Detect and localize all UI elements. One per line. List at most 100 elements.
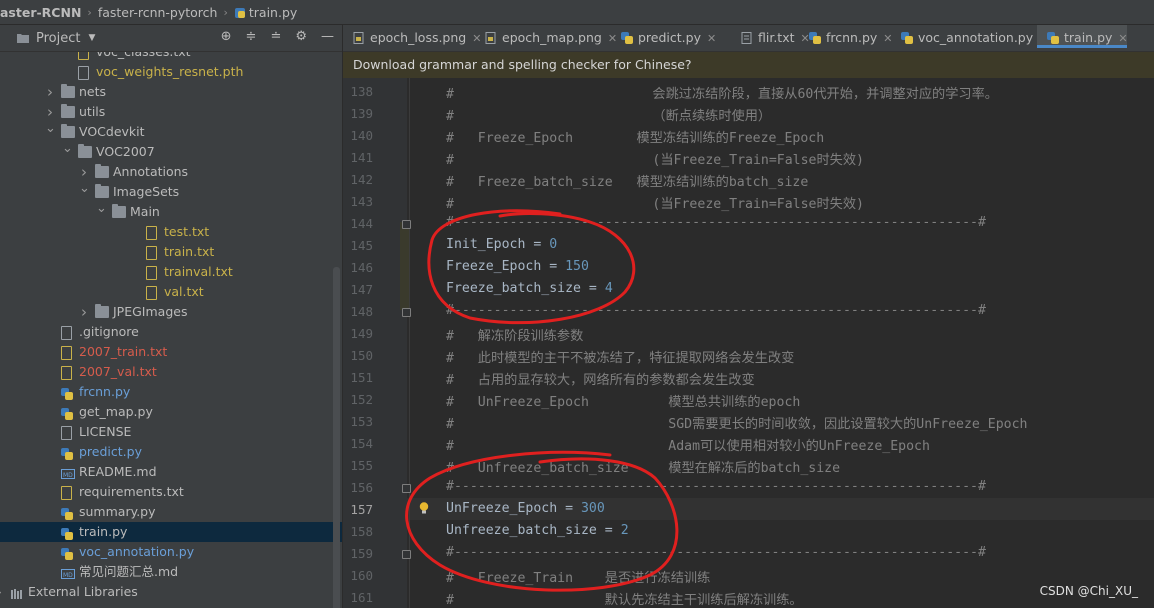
tree-item[interactable]: › nets (0, 82, 342, 102)
hide-panel-icon[interactable]: — (321, 29, 334, 44)
tab-label: voc_annotation.py (918, 30, 1034, 45)
code-comment: # Freeze_Epoch 模型冻结训练的Freeze_Epoch (446, 131, 825, 146)
gear-icon[interactable]: ⚙ (295, 29, 307, 44)
code-comment: #---------------------------------------… (446, 303, 986, 318)
chevron-right-icon[interactable]: › (0, 582, 4, 602)
fold-marker-icon[interactable] (402, 308, 411, 317)
fold-marker-icon[interactable] (402, 220, 411, 229)
breadcrumb-item-file[interactable]: train.py (228, 5, 303, 20)
tree-item[interactable]: requirements.txt (0, 482, 342, 502)
tree-item[interactable]: MD README.md (0, 462, 342, 482)
file-icon (61, 326, 72, 340)
line-number: 149 (350, 326, 373, 341)
tree-item[interactable]: 2007_train.txt (0, 342, 342, 362)
tree-item[interactable]: test.txt (0, 222, 342, 242)
expand-all-icon[interactable]: ≑ (246, 29, 257, 44)
chevron-right-icon[interactable]: › (79, 302, 89, 322)
tree-item[interactable]: voc_annotation.py (0, 542, 342, 562)
editor-tab[interactable]: train.py ✕ (1037, 25, 1128, 48)
editor-tab[interactable]: flir.txt ✕ (731, 25, 810, 51)
folder-icon (61, 84, 75, 98)
code-comment: # （断点续练时使用） (446, 109, 772, 124)
editor-tab[interactable]: epoch_loss.png ✕ (343, 25, 481, 51)
tree-item[interactable]: summary.py (0, 502, 342, 522)
close-icon[interactable]: ✕ (707, 32, 716, 45)
tree-item[interactable]: › Annotations (0, 162, 342, 182)
notification-text: Download grammar and spelling checker fo… (353, 57, 692, 72)
python-file-icon (621, 32, 633, 44)
lightbulb-icon[interactable] (419, 502, 429, 515)
tree-item[interactable]: frcnn.py (0, 382, 342, 402)
tree-item-label: 常见问题汇总.md (79, 564, 179, 579)
tree-item[interactable]: get_map.py (0, 402, 342, 422)
tree-item[interactable]: ⌄ VOCdevkit (0, 119, 342, 142)
line-number: 156 (350, 480, 373, 495)
tree-item[interactable]: predict.py (0, 442, 342, 462)
tree-item[interactable]: ⌄ ImageSets (0, 179, 342, 202)
chevron-down-icon[interactable]: ⌄ (96, 199, 107, 219)
folder-icon (95, 164, 109, 178)
tree-item[interactable]: voc_classes.txt (0, 52, 342, 62)
file-icon (61, 426, 72, 440)
editor-tab[interactable]: predict.py ✕ (611, 25, 731, 51)
close-icon[interactable]: ✕ (1118, 32, 1127, 45)
breadcrumb-item-project[interactable]: aster-RCNN (0, 5, 87, 20)
variable-name: Init_Epoch (446, 237, 526, 252)
python-file-icon (61, 406, 73, 420)
python-file-icon (1047, 32, 1059, 44)
tab-label: frcnn.py (826, 30, 878, 45)
locate-file-icon[interactable]: ⊕ (221, 29, 232, 44)
editor-tab[interactable]: epoch_map.png ✕ (475, 25, 617, 51)
tree-item[interactable]: ⌄ VOC2007 (0, 139, 342, 162)
tree-item-label: JPEGImages (113, 304, 188, 319)
project-tree: voc_classes.txt voc_weights_resnet.pth › ne… (0, 52, 342, 608)
code-editor[interactable]: 138 139 140 141 142 143 144 145 146 147 148 149 150 1… (343, 78, 1154, 608)
tree-item[interactable]: voc_weights_resnet.pth (0, 62, 342, 82)
tree-item-label: .gitignore (79, 324, 139, 339)
tree-item[interactable]: 2007_val.txt (0, 362, 342, 382)
tree-item-label: train.txt (164, 244, 215, 259)
tree-item[interactable]: › JPEGImages (0, 302, 342, 322)
numeric-literal: 300 (580, 501, 605, 516)
chevron-down-icon[interactable]: ⌄ (62, 139, 73, 159)
tree-item[interactable]: LICENSE (0, 422, 342, 442)
collapse-all-icon[interactable]: ≐ (270, 29, 281, 44)
tree-item-label: Annotations (113, 164, 189, 179)
chevron-right-icon[interactable]: › (45, 82, 55, 102)
assign-operator: = (541, 259, 566, 274)
tree-item-label: summary.py (79, 504, 156, 519)
fold-marker-icon[interactable] (402, 484, 411, 493)
tree-item-label: test.txt (164, 224, 210, 239)
editor-gutter: 138 139 140 141 142 143 144 145 146 147 148 149 150 1… (343, 78, 407, 608)
editor-tab[interactable]: frcnn.py ✕ (799, 25, 893, 51)
notification-banner[interactable]: Download grammar and spelling checker fo… (343, 52, 1154, 78)
tree-item[interactable]: trainval.txt (0, 262, 342, 282)
fold-marker-icon[interactable] (402, 550, 411, 559)
chevron-down-icon: ▼ (88, 33, 96, 43)
editor-tab[interactable]: voc_annotation.py✕ (891, 25, 1048, 51)
code-comment: # 默认先冻结主干训练后解冻训练。 (446, 593, 803, 608)
project-view-selector[interactable]: Project ▼ (16, 31, 95, 46)
line-number: 148 (350, 304, 373, 319)
tree-item-label: val.txt (164, 284, 204, 299)
tree-item[interactable]: .gitignore (0, 322, 342, 342)
tree-item[interactable]: train.txt (0, 242, 342, 262)
line-number: 147 (350, 282, 373, 297)
tree-item-label: ImageSets (113, 184, 180, 199)
tree-item[interactable]: train.py (0, 522, 342, 542)
tree-item-label: utils (79, 104, 106, 119)
code-comment: # 此时模型的主干不被冻结了，特征提取网络会发生改变 (446, 351, 795, 366)
tree-item[interactable]: › External Libraries (0, 582, 342, 602)
folder-icon (112, 204, 126, 218)
breadcrumb-item-folder[interactable]: faster-rcnn-pytorch (92, 5, 224, 20)
text-file-icon (61, 366, 72, 380)
tree-scrollbar[interactable] (333, 267, 340, 608)
text-file-icon (78, 52, 89, 60)
tree-item[interactable]: MD 常见问题汇总.md (0, 562, 342, 582)
tree-item[interactable]: ⌄ Main (0, 199, 342, 222)
chevron-down-icon[interactable]: ⌄ (79, 179, 90, 199)
chevron-down-icon[interactable]: ⌄ (45, 119, 56, 139)
variable-name: Unfreeze_batch_size (446, 523, 597, 538)
code-assignment: UnFreeze_Epoch = 300 (446, 501, 605, 516)
tree-item[interactable]: val.txt (0, 282, 342, 302)
